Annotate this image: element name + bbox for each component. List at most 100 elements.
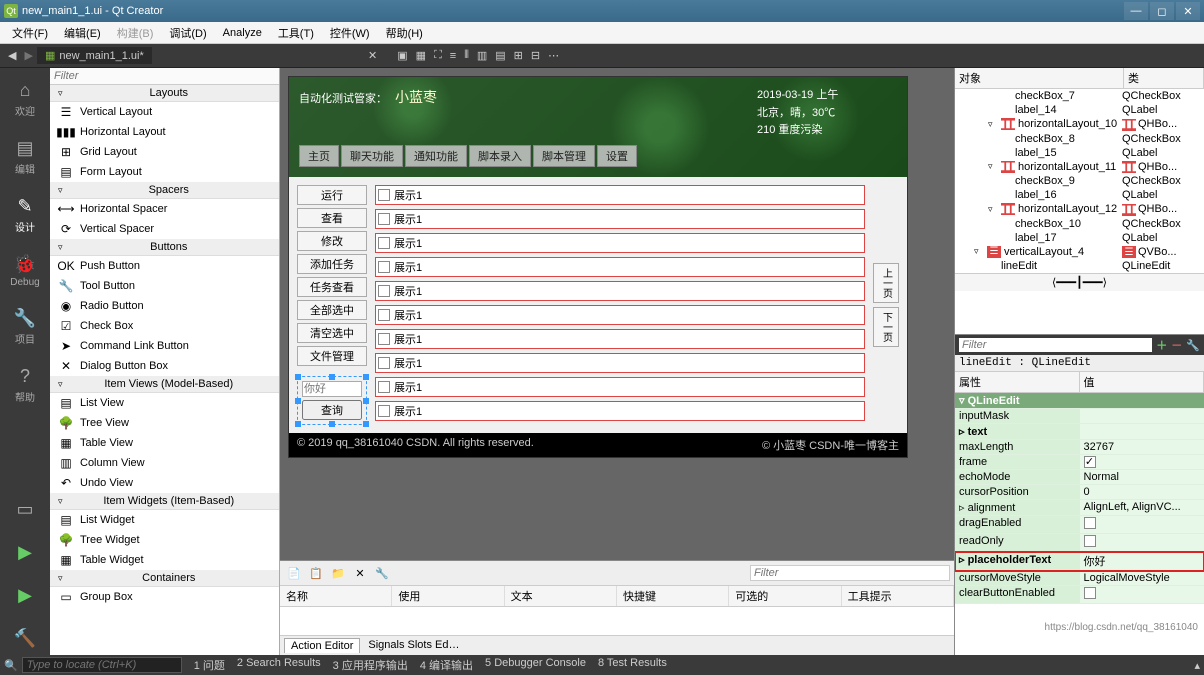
oi-row-checkBox_7[interactable]: checkBox_7QCheckBox [955, 89, 1204, 103]
pe-header-name[interactable]: 属性 [955, 372, 1080, 392]
action-button-4[interactable]: 任务查看 [297, 277, 367, 297]
status-item-5[interactable]: 8 Test Results [598, 657, 667, 673]
prop-frame[interactable]: frame✓ [955, 455, 1204, 470]
widget-table-widget[interactable]: ▦Table Widget [50, 550, 279, 570]
tool-icon-6[interactable]: ▥ [473, 47, 491, 64]
oi-row-lineEdit[interactable]: lineEditQLineEdit [955, 259, 1204, 273]
new-action-icon[interactable]: 📄 [284, 563, 304, 583]
display-row-7[interactable]: 展示1 [375, 353, 865, 373]
banner-tab-0[interactable]: 主页 [299, 145, 339, 167]
widget-dialog-button-box[interactable]: ✕Dialog Button Box [50, 356, 279, 376]
action-button-3[interactable]: 添加任务 [297, 254, 367, 274]
menu-3[interactable]: 调试(D) [161, 23, 214, 43]
tool-icon-7[interactable]: ▤ [491, 47, 509, 64]
ae-col-2[interactable]: 文本 [505, 586, 617, 606]
oi-header-class[interactable]: 类 [1124, 68, 1204, 88]
action-button-6[interactable]: 清空选中 [297, 323, 367, 343]
action-button-7[interactable]: 文件管理 [297, 346, 367, 366]
tool-icon-2[interactable]: ▦ [412, 47, 430, 64]
banner-tab-3[interactable]: 脚本录入 [469, 145, 531, 167]
property-filter[interactable] [959, 338, 1152, 352]
widget-list-widget[interactable]: ▤List Widget [50, 510, 279, 530]
status-item-4[interactable]: 5 Debugger Console [485, 657, 586, 673]
status-item-3[interactable]: 4 编译输出 [420, 657, 473, 673]
row-checkbox[interactable] [378, 357, 390, 369]
action-button-2[interactable]: 修改 [297, 231, 367, 251]
delete-action-icon[interactable]: ✕ [350, 563, 370, 583]
category-Layouts[interactable]: ▿Layouts [50, 85, 279, 102]
prop-cursorMoveStyle[interactable]: cursorMoveStyleLogicalMoveStyle [955, 571, 1204, 586]
back-button[interactable]: ◀ [4, 47, 20, 64]
row-checkbox[interactable] [378, 285, 390, 297]
widget-check-box[interactable]: ☑Check Box [50, 316, 279, 336]
tool-icon-1[interactable]: ▣ [393, 47, 411, 64]
mode-设计[interactable]: ✎设计 [13, 192, 37, 238]
banner-tab-5[interactable]: 设置 [597, 145, 637, 167]
widget-tool-button[interactable]: 🔧Tool Button [50, 276, 279, 296]
ae-tab-1[interactable]: Signals Slots Ed… [362, 638, 465, 653]
row-checkbox[interactable] [378, 405, 390, 417]
row-checkbox[interactable] [378, 309, 390, 321]
menu-6[interactable]: 控件(W) [322, 23, 378, 43]
status-item-2[interactable]: 3 应用程序输出 [333, 657, 408, 673]
status-item-0[interactable]: 1 问题 [194, 657, 225, 673]
oi-row-checkBox_10[interactable]: checkBox_10QCheckBox [955, 217, 1204, 231]
display-row-5[interactable]: 展示1 [375, 305, 865, 325]
forward-button[interactable]: ▶ [20, 47, 36, 64]
display-row-6[interactable]: 展示1 [375, 329, 865, 349]
page-button-0[interactable]: 上一页 [873, 263, 899, 303]
mode-项目[interactable]: 🔧项目 [12, 304, 38, 350]
row-checkbox[interactable] [378, 213, 390, 225]
tool-icon-5[interactable]: ⫴ [460, 47, 473, 64]
query-button[interactable]: 查询 [302, 400, 362, 420]
ae-col-5[interactable]: 工具提示 [842, 586, 954, 606]
mode-Debug[interactable]: 🐞Debug [8, 250, 41, 292]
ae-col-4[interactable]: 可选的 [729, 586, 841, 606]
oi-row-label_14[interactable]: label_14QLabel [955, 103, 1204, 117]
widget-vertical-layout[interactable]: ☰Vertical Layout [50, 102, 279, 122]
tool-icon-3[interactable]: ⛶ [430, 47, 446, 64]
category-Spacers[interactable]: ▿Spacers [50, 182, 279, 199]
copy-action-icon[interactable]: 📋 [306, 563, 326, 583]
prop-maxLength[interactable]: maxLength32767 [955, 440, 1204, 455]
prop-inputMask[interactable]: inputMask [955, 409, 1204, 424]
oi-header-object[interactable]: 对象 [955, 68, 1124, 88]
prop-alignment[interactable]: ▹ alignmentAlignLeft, AlignVC... [955, 500, 1204, 516]
widget-group-box[interactable]: ▭Group Box [50, 587, 279, 607]
menu-1[interactable]: 编辑(E) [56, 23, 109, 43]
action-button-0[interactable]: 运行 [297, 185, 367, 205]
status-expand-icon[interactable]: ▴ [1194, 659, 1200, 672]
row-checkbox[interactable] [378, 381, 390, 393]
action-button-1[interactable]: 查看 [297, 208, 367, 228]
prop-readOnly[interactable]: readOnly [955, 534, 1204, 552]
page-button-1[interactable]: 下一页 [873, 307, 899, 347]
config-property-icon[interactable]: 🔧 [1186, 339, 1200, 352]
widget-radio-button[interactable]: ◉Radio Button [50, 296, 279, 316]
row-checkbox[interactable] [378, 189, 390, 201]
widget-push-button[interactable]: OKPush Button [50, 256, 279, 276]
prop-dragEnabled[interactable]: dragEnabled [955, 516, 1204, 534]
oi-row-label_15[interactable]: label_15QLabel [955, 146, 1204, 160]
oi-row-label_16[interactable]: label_16QLabel [955, 188, 1204, 202]
remove-property-icon[interactable]: － [1171, 337, 1182, 353]
widgetbox-filter[interactable] [54, 70, 275, 82]
widget-horizontal-spacer[interactable]: ⟷Horizontal Spacer [50, 199, 279, 219]
banner-tab-1[interactable]: 聊天功能 [341, 145, 403, 167]
oi-row-label_17[interactable]: label_17QLabel [955, 231, 1204, 245]
prop-placeholderText[interactable]: ▹ placeholderText你好 [955, 552, 1204, 571]
minimize-button[interactable]: ― [1124, 2, 1148, 20]
oi-row-horizontalLayout_11[interactable]: ▿▮▮▮horizontalLayout_11▮▮▮QHBo... [955, 160, 1204, 175]
ae-tab-0[interactable]: Action Editor [284, 638, 360, 653]
widget-table-view[interactable]: ▦Table View [50, 433, 279, 453]
widget-grid-layout[interactable]: ⊞Grid Layout [50, 142, 279, 162]
oi-row-checkBox_9[interactable]: checkBox_9QCheckBox [955, 174, 1204, 188]
add-property-icon[interactable]: ＋ [1156, 337, 1167, 353]
design-canvas[interactable]: 自动化测试管家：小蓝枣 主页聊天功能通知功能脚本录入脚本管理设置 2019-03… [280, 68, 954, 560]
widget-tree-view[interactable]: 🌳Tree View [50, 413, 279, 433]
widget-list-view[interactable]: ▤List View [50, 393, 279, 413]
prop-cursorPosition[interactable]: cursorPosition0 [955, 485, 1204, 500]
category-Buttons[interactable]: ▿Buttons [50, 239, 279, 256]
oi-scrollbar[interactable]: ⟨━━━┃━━━⟩ [955, 273, 1204, 291]
target-selector[interactable]: ▭ [14, 495, 35, 526]
tool-icon-8[interactable]: ⊞ [510, 47, 527, 64]
